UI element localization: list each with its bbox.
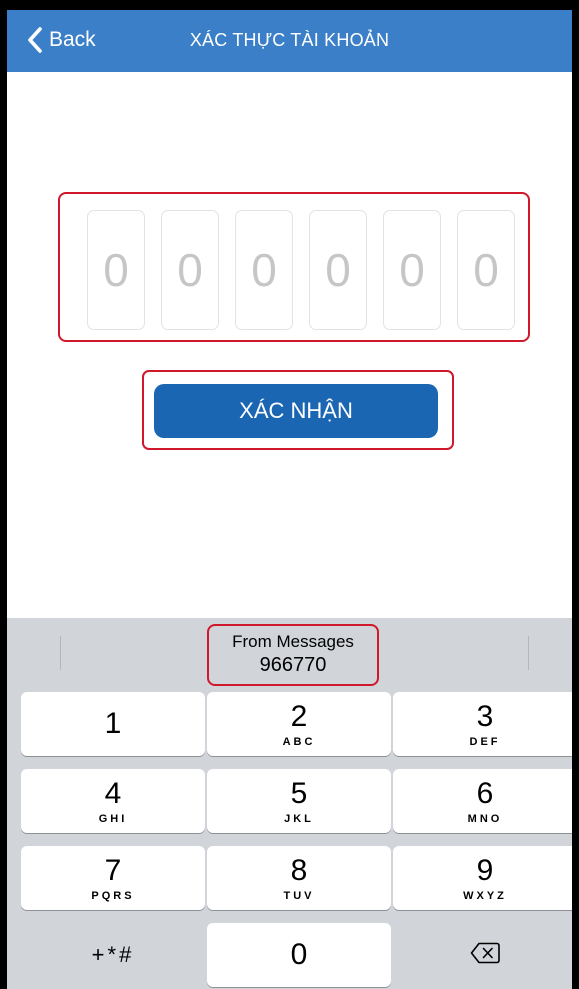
otp-digit-1[interactable]: 0 — [87, 210, 145, 330]
suggestion-divider-right — [528, 636, 529, 670]
back-label: Back — [49, 28, 96, 51]
page-title: XÁC THỰC TÀI KHOẢN — [189, 30, 390, 50]
key-digit: 4 — [104, 777, 122, 810]
key-letters: DEF — [469, 736, 501, 748]
otp-input-group: 0 0 0 0 0 0 — [58, 192, 530, 342]
numeric-keypad: From Messages 966770 1 2 ABC 3 DEF 4 GHI… — [7, 618, 572, 989]
delete-key[interactable] — [393, 923, 572, 987]
otp-digit-6[interactable]: 0 — [457, 210, 515, 330]
key-digit: 5 — [290, 777, 308, 810]
symbols-label: +*# — [91, 942, 135, 967]
key-3[interactable]: 3 DEF — [393, 692, 572, 756]
confirm-button[interactable]: XÁC NHẬN — [154, 384, 438, 438]
quicktype-bar: From Messages 966770 — [7, 618, 572, 690]
confirm-highlight: XÁC NHẬN — [142, 370, 454, 450]
key-digit: 1 — [104, 707, 122, 740]
sms-code-suggestion[interactable]: From Messages 966770 — [207, 624, 379, 686]
key-letters: ABC — [282, 736, 316, 748]
key-digit: 7 — [104, 854, 122, 887]
key-letters: WXYZ — [463, 890, 507, 902]
key-letters: PQRS — [91, 890, 135, 902]
key-digit: 3 — [476, 700, 494, 733]
key-digit: 8 — [290, 854, 308, 887]
key-4[interactable]: 4 GHI — [21, 769, 205, 833]
suggestion-source: From Messages — [232, 632, 354, 651]
key-5[interactable]: 5 JKL — [207, 769, 391, 833]
key-0[interactable]: 0 — [207, 923, 391, 987]
key-9[interactable]: 9 WXYZ — [393, 846, 572, 910]
key-1[interactable]: 1 — [21, 692, 205, 756]
chevron-left-icon — [27, 26, 43, 54]
otp-digit-2[interactable]: 0 — [161, 210, 219, 330]
key-8[interactable]: 8 TUV — [207, 846, 391, 910]
symbols-key[interactable]: +*# — [21, 923, 205, 987]
otp-digit-5[interactable]: 0 — [383, 210, 441, 330]
key-7[interactable]: 7 PQRS — [21, 846, 205, 910]
key-2[interactable]: 2 ABC — [207, 692, 391, 756]
otp-screen: Back XÁC THỰC TÀI KHOẢN 0 0 0 0 0 0 XÁC … — [7, 10, 572, 989]
suggestion-divider-left — [60, 636, 61, 670]
otp-digit-4[interactable]: 0 — [309, 210, 367, 330]
key-digit: 9 — [476, 854, 494, 887]
suggestion-code: 966770 — [259, 654, 327, 676]
key-6[interactable]: 6 MNO — [393, 769, 572, 833]
key-letters: TUV — [283, 890, 315, 902]
key-letters: GHI — [98, 813, 128, 825]
key-digit: 6 — [476, 777, 494, 810]
key-digit: 2 — [290, 700, 308, 733]
key-digit: 0 — [290, 938, 308, 971]
otp-digit-3[interactable]: 0 — [235, 210, 293, 330]
back-button[interactable]: Back — [27, 22, 96, 58]
backspace-icon — [470, 942, 500, 969]
navigation-bar: Back XÁC THỰC TÀI KHOẢN — [7, 10, 572, 72]
key-letters: JKL — [284, 813, 314, 825]
key-letters: MNO — [467, 813, 503, 825]
